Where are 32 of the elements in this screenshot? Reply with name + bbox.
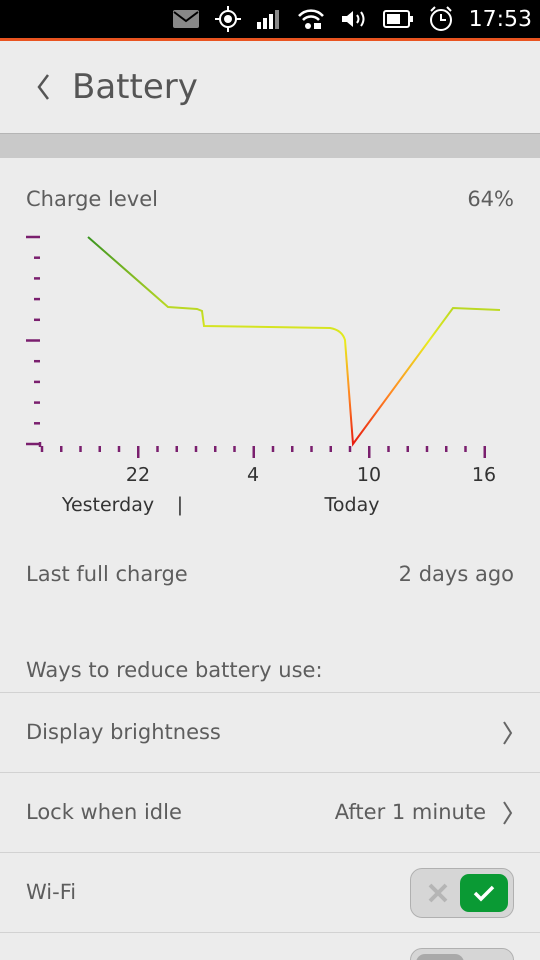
- alarm-icon: [428, 6, 453, 32]
- signal-icon: [256, 9, 281, 29]
- charge-value: 64%: [467, 186, 514, 213]
- hour-label: 4: [246, 464, 260, 486]
- setting-label: Lock when idle: [26, 798, 182, 826]
- hour-label: 22: [126, 464, 150, 486]
- battery-icon: [382, 10, 413, 28]
- hour-label: 10: [356, 464, 382, 486]
- setting-value: After 1 minute: [334, 798, 486, 826]
- last-charge-label: Last full charge: [26, 561, 188, 588]
- volume-icon: [340, 9, 367, 29]
- page-title: Battery: [72, 66, 198, 108]
- last-charge-value: 2 days ago: [398, 561, 514, 588]
- location-icon: [214, 6, 241, 32]
- clock-time: 17:53: [468, 6, 532, 34]
- day-separator: |: [176, 494, 184, 516]
- settings-row[interactable]: Lock when idle After 1 minute: [0, 772, 540, 852]
- day-label: Today: [324, 494, 380, 516]
- cross-icon: [427, 882, 449, 904]
- hour-label: 16: [472, 464, 496, 486]
- chevron-icon: [502, 720, 514, 746]
- day-label: Yesterday: [62, 494, 154, 516]
- setting-label: Wi-Fi: [26, 878, 76, 906]
- wifi-icon: [296, 8, 325, 30]
- toggle-switch[interactable]: [410, 868, 514, 918]
- settings-row[interactable]: Display brightness: [0, 692, 540, 772]
- mail-icon: [172, 10, 199, 28]
- back-icon[interactable]: [36, 73, 50, 101]
- setting-label: Display brightness: [26, 718, 221, 746]
- chevron-icon: [502, 800, 514, 826]
- charge-label: Charge level: [26, 186, 158, 213]
- section-title: Ways to reduce battery use:: [25, 657, 324, 684]
